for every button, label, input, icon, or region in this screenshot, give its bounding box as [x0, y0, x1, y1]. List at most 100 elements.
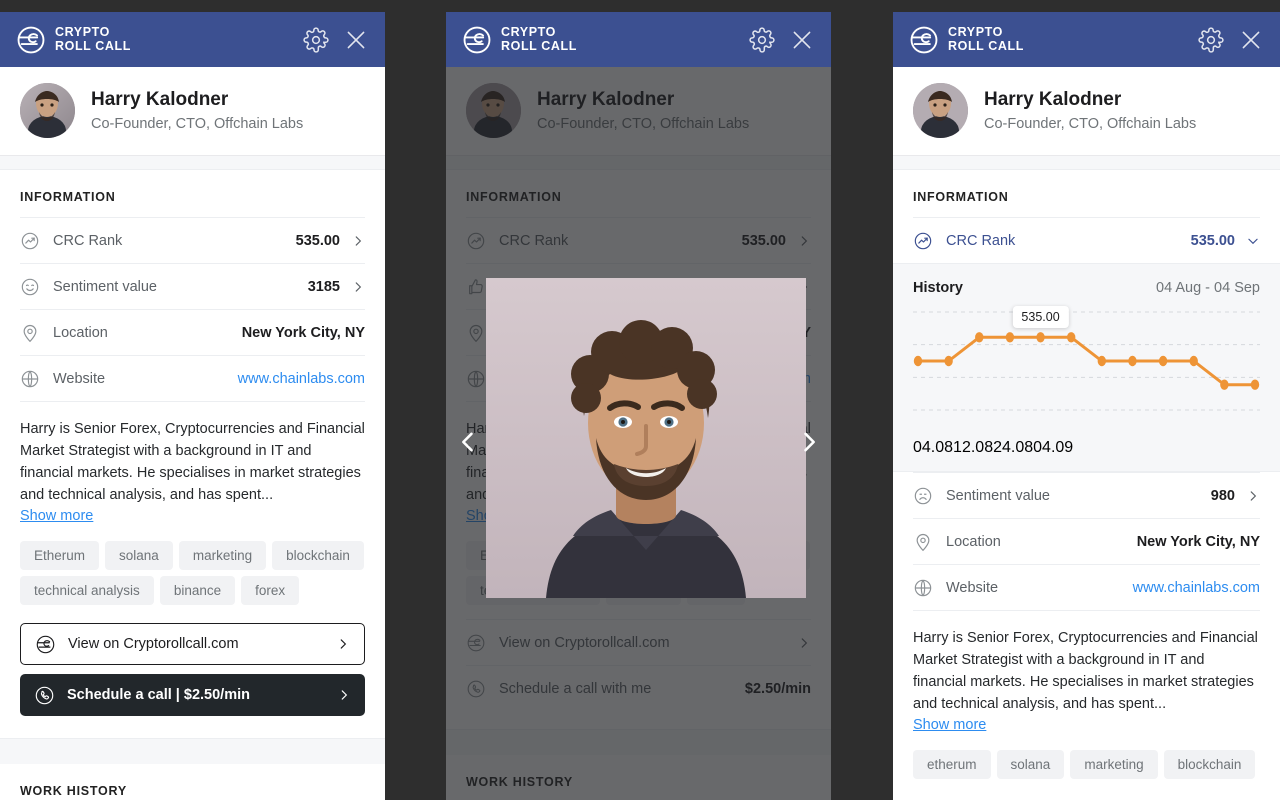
identity-text: Harry Kalodner Co-Founder, CTO, Offchain…	[91, 88, 303, 134]
bio-block-p1: Harry is Senior Forex, Cryptocurrencies …	[0, 402, 385, 525]
trend-up-circle-icon	[21, 232, 39, 249]
website-link[interactable]: www.chainlabs.com	[238, 371, 365, 387]
tag-item[interactable]: blockchain	[1163, 750, 1256, 779]
chart-header: History 04 Aug - 04 Sep	[913, 280, 1260, 296]
chart-title: History	[913, 280, 963, 296]
chart-x-tick: 04.08	[913, 439, 954, 456]
lightbox-image[interactable]	[486, 278, 806, 598]
brand-name: CRYPTO ROLL CALL	[55, 25, 131, 53]
section-title-information: INFORMATION	[20, 190, 116, 204]
crc-rank-history-chart: History 04 Aug - 04 Sep 535.00 04.0812.0…	[893, 263, 1280, 472]
row-crc-rank[interactable]: CRC Rank 535.00	[20, 217, 365, 263]
close-icon[interactable]	[343, 27, 369, 53]
crypto-rollcall-logo-icon	[17, 26, 45, 53]
avatar[interactable]	[913, 83, 968, 138]
close-icon[interactable]	[789, 27, 815, 53]
chart-x-axis: 04.0812.0824.0804.09	[913, 439, 1260, 459]
profile-name: Harry Kalodner	[91, 88, 229, 110]
tag-item[interactable]: binance	[159, 576, 236, 605]
tag-item[interactable]: solana	[996, 750, 1065, 779]
profile-panel-default: CRYPTO ROLL CALL Harry Kalodner Co-Found…	[0, 12, 385, 800]
chart-data-point[interactable]	[1158, 355, 1168, 367]
profile-identity: Harry Kalodner Co-Founder, CTO, Offchain…	[0, 67, 385, 156]
row-value: 535.00	[1190, 232, 1235, 249]
row-value: 980	[1210, 487, 1235, 504]
tag-item[interactable]: Etherum	[20, 541, 100, 570]
gear-icon[interactable]	[749, 26, 775, 53]
tag-item[interactable]: etherum	[913, 750, 991, 779]
row-value: 535.00	[295, 232, 340, 249]
show-more-link[interactable]: Show more	[913, 717, 986, 733]
profile-photo-large	[486, 278, 806, 598]
chart-x-tick: 24.08	[993, 439, 1034, 456]
bio-block-p3: Harry is Senior Forex, Cryptocurrencies …	[893, 611, 1280, 734]
section-title-information: INFORMATION	[913, 190, 1009, 204]
brand-logo[interactable]: CRYPTO ROLL CALL	[909, 25, 1024, 55]
chart-data-point[interactable]	[1066, 332, 1076, 343]
row-label: CRC Rank	[53, 232, 123, 249]
chart-data-point[interactable]	[1220, 379, 1229, 390]
profile-role: Co-Founder, CTO, Offchain Labs	[91, 115, 304, 132]
chart-data-point[interactable]	[975, 332, 984, 343]
chart-data-point[interactable]	[1005, 332, 1015, 343]
website-link[interactable]: www.chainlabs.com	[1133, 580, 1260, 596]
chart-data-point[interactable]	[913, 355, 923, 367]
tag-item[interactable]: forex	[241, 576, 300, 605]
app-header: CRYPTO ROLL CALL	[446, 12, 831, 67]
bio-text: Harry is Senior Forex, Cryptocurrencies …	[20, 421, 365, 503]
chart-data-point[interactable]	[1128, 355, 1137, 367]
section-title-work-history: WORK HISTORY	[20, 784, 127, 798]
chevron-right-icon	[340, 639, 347, 649]
crc-rank-expanded-row: CRC Rank 535.00	[893, 217, 1280, 263]
row-sentiment-value[interactable]: Sentiment value 3185	[20, 263, 365, 309]
row-sentiment-value[interactable]: Sentiment value 980	[913, 472, 1260, 518]
view-on-cryptorollcall-button[interactable]: View on Cryptorollcall.com	[20, 623, 365, 665]
gear-icon[interactable]	[303, 26, 329, 53]
chevron-left-icon[interactable]	[454, 428, 482, 456]
avatar[interactable]	[20, 83, 75, 138]
schedule-a-call-button[interactable]: Schedule a call | $2.50/min	[20, 674, 365, 716]
row-website[interactable]: Website www.chainlabs.com	[913, 564, 1260, 610]
row-label: Website	[53, 370, 106, 387]
row-website[interactable]: Website www.chainlabs.com	[20, 355, 365, 401]
brand-name: CRYPTO ROLL CALL	[948, 25, 1024, 53]
chart-plot-area[interactable]: 535.00	[913, 306, 1260, 434]
smiley-icon	[21, 278, 39, 295]
tag-item[interactable]: technical analysis	[20, 576, 154, 605]
tag-list-p3: etherum solana marketing blockchain	[893, 734, 1280, 779]
chart-data-point[interactable]	[944, 355, 953, 367]
brand-logo[interactable]: CRYPTO ROLL CALL	[462, 25, 577, 55]
chart-data-point[interactable]	[1189, 355, 1198, 367]
gear-icon[interactable]	[1198, 26, 1224, 53]
chart-data-point[interactable]	[1097, 355, 1107, 367]
globe-icon	[914, 579, 932, 596]
tag-item[interactable]: marketing	[178, 541, 267, 570]
show-more-link[interactable]: Show more	[20, 508, 93, 524]
close-icon[interactable]	[1238, 27, 1264, 53]
profile-name: Harry Kalodner	[984, 88, 1122, 110]
profile-panel-chart-expanded: CRYPTO ROLL CALL Harry Kalodner Co-Found…	[893, 12, 1280, 800]
chart-data-point[interactable]	[1250, 379, 1260, 390]
chart-x-tick: 04.09	[1033, 439, 1074, 456]
row-crc-rank[interactable]: CRC Rank 535.00	[913, 217, 1260, 263]
row-label: Sentiment value	[53, 278, 157, 295]
crypto-rollcall-icon	[36, 635, 55, 653]
tag-item[interactable]: solana	[105, 541, 173, 570]
profile-role: Co-Founder, CTO, Offchain Labs	[984, 115, 1197, 132]
row-label: Location	[946, 533, 1001, 550]
chevron-right-icon	[355, 235, 362, 246]
cta-label: View on Cryptorollcall.com	[68, 636, 239, 652]
chevron-right-icon[interactable]	[795, 428, 823, 456]
brand-logo[interactable]: CRYPTO ROLL CALL	[16, 25, 131, 55]
row-value: 3185	[307, 278, 340, 295]
chart-data-point[interactable]	[1036, 332, 1045, 343]
avatar-photo	[913, 83, 968, 138]
information-rows-p1: CRC Rank 535.00 Sentiment value 3185 Loc…	[0, 217, 385, 402]
tag-item[interactable]: marketing	[1070, 750, 1158, 779]
phone-icon	[35, 686, 54, 704]
row-label: Location	[53, 324, 108, 341]
tag-item[interactable]: blockchain	[272, 541, 364, 570]
globe-icon	[21, 370, 39, 387]
chart-svg	[913, 306, 1260, 434]
bio-text: Harry is Senior Forex, Cryptocurrencies …	[913, 630, 1258, 712]
